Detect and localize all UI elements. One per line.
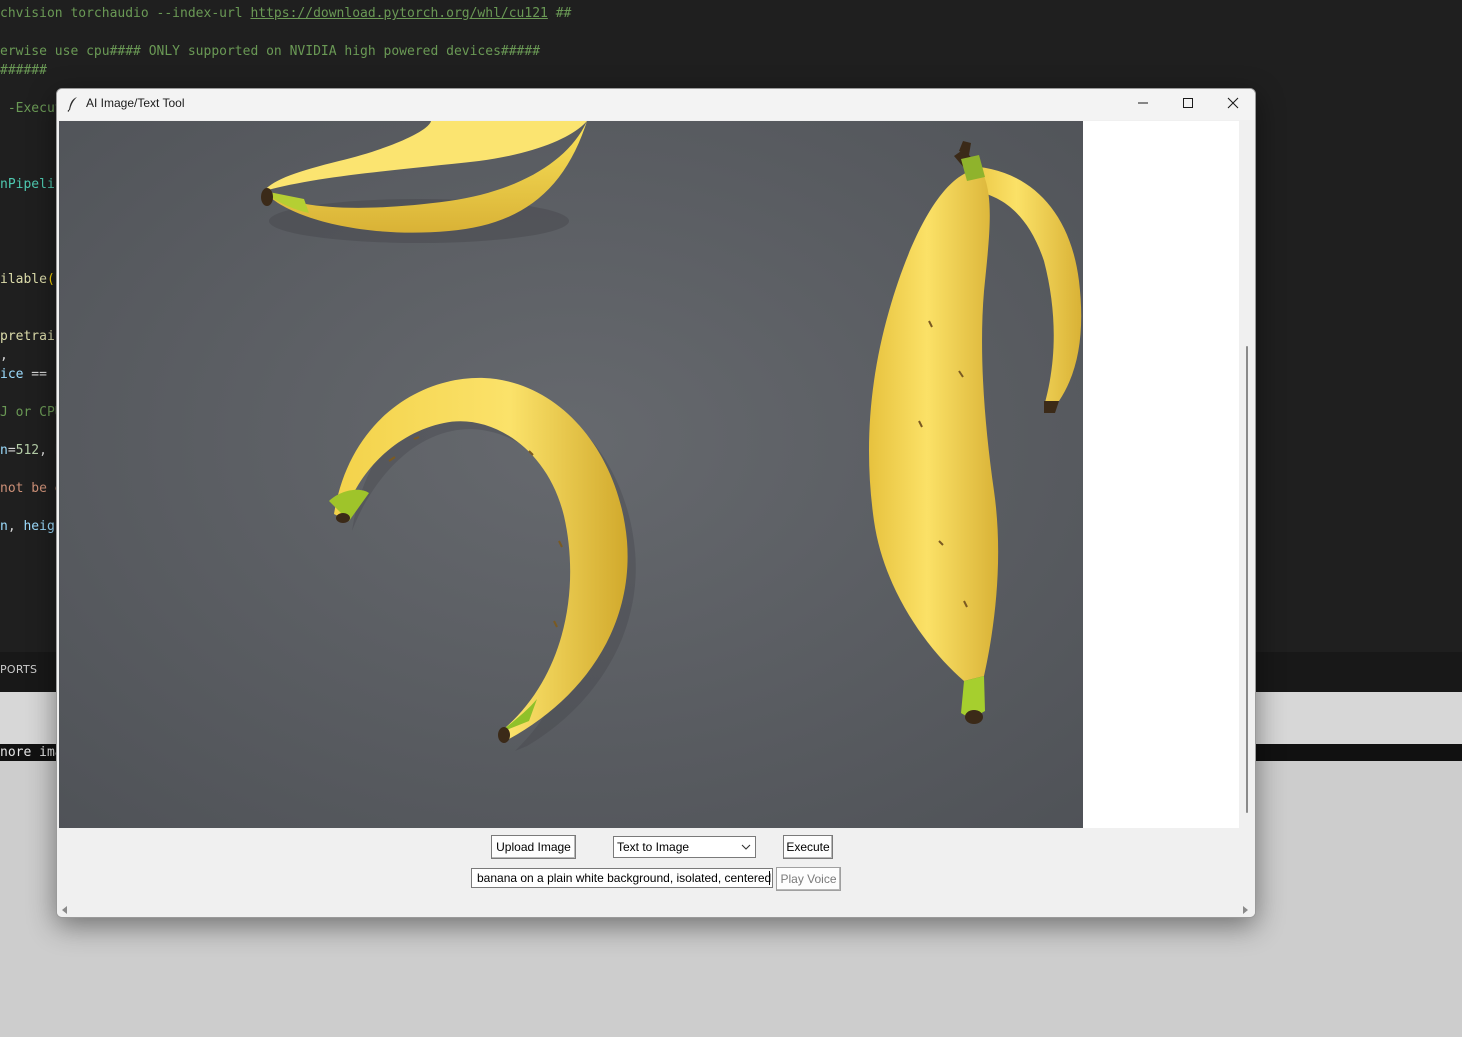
app-window: AI Image/Text Tool Upload Image Text to … [56,88,1256,918]
code-line: , [0,346,8,365]
code-token: nPipelin [0,177,63,192]
minimize-icon [1138,102,1148,104]
chevron-down-icon [741,844,751,850]
code-token: -Execut [0,101,63,116]
close-button[interactable] [1210,89,1255,118]
prompt-input[interactable]: banana on a plain white background, isol… [471,868,773,888]
code-token: 512 [15,443,40,458]
code-token: , [39,443,55,458]
vertical-scroll-thumb[interactable] [1246,346,1248,813]
code-token: == [23,367,55,382]
code-token: = [7,443,16,458]
code-line: ice == ' [0,365,63,384]
prompt-input-value: banana on a plain white background, isol… [477,871,772,885]
window-title: AI Image/Text Tool [86,96,185,110]
code-token: J or CPU [0,405,63,420]
upload-image-button[interactable]: Upload Image [491,835,576,859]
generated-image [59,121,1083,828]
code-line: chvision torchaudio --index-url https://… [0,4,571,23]
code-line: ilable() [0,270,63,289]
code-token: ## [547,6,572,21]
code-token: https://download.pytorch.org/whl/cu121 [250,6,548,21]
tab-ports[interactable]: PORTS [0,663,37,676]
scroll-right-arrow-icon[interactable] [1242,906,1249,914]
play-voice-button[interactable]: Play Voice [776,867,841,891]
code-token: ice [0,367,24,382]
code-token: ilable [0,272,47,287]
mode-select-value: Text to Image [617,840,690,854]
maximize-icon [1183,98,1193,108]
code-token: , [7,519,24,534]
code-line: -Execut [0,99,63,118]
text-cursor [769,871,770,885]
code-line: erwise use cpu#### ONLY supported on NVI… [0,42,540,61]
code-token: ###### [0,63,47,78]
code-line: pretrain [0,327,63,346]
scroll-left-arrow-icon[interactable] [61,906,68,914]
maximize-button[interactable] [1165,89,1211,118]
code-line: J or CPU [0,403,63,422]
code-token: , [0,348,8,363]
code-line: not be e [0,479,63,498]
code-token: chvision torchaudio --index-url [0,6,251,21]
code-line: n=512, h [0,441,63,460]
code-token: erwise use cpu#### ONLY supported on NVI… [0,44,541,59]
code-token: n [0,519,8,534]
image-canvas [59,121,1239,828]
vertical-scrollbar[interactable] [1240,121,1254,828]
horizontal-scrollbar[interactable] [57,902,1255,917]
code-token: not be e [0,481,63,496]
execute-button[interactable]: Execute [783,835,833,859]
code-line: nPipelin [0,175,63,194]
feather-icon [67,97,77,112]
code-line: n, heigh [0,517,63,536]
title-bar[interactable]: AI Image/Text Tool [57,89,1255,120]
code-token: pretrain [0,329,63,344]
close-icon [1227,97,1239,109]
mode-select[interactable]: Text to Image [613,836,756,858]
minimize-button[interactable] [1120,89,1166,118]
code-token: n [0,443,8,458]
code-line: ###### [0,61,47,80]
